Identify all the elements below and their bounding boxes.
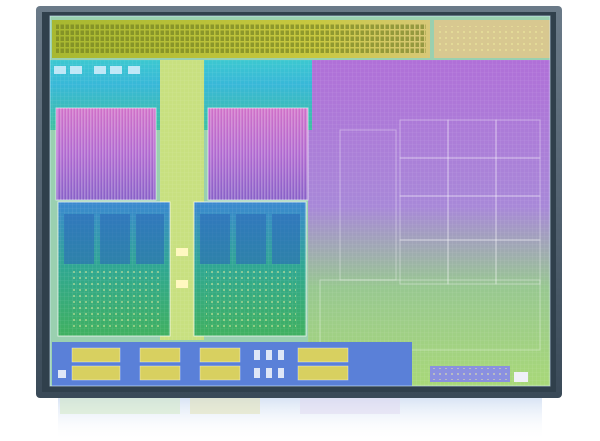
die [49,15,551,387]
l2-cache-left [55,107,157,201]
cpu-core-left [57,201,171,337]
reflection [58,392,542,441]
cpu-core-right [193,201,307,337]
die-shot-photo [36,6,562,441]
l2-cache-right [207,107,309,201]
